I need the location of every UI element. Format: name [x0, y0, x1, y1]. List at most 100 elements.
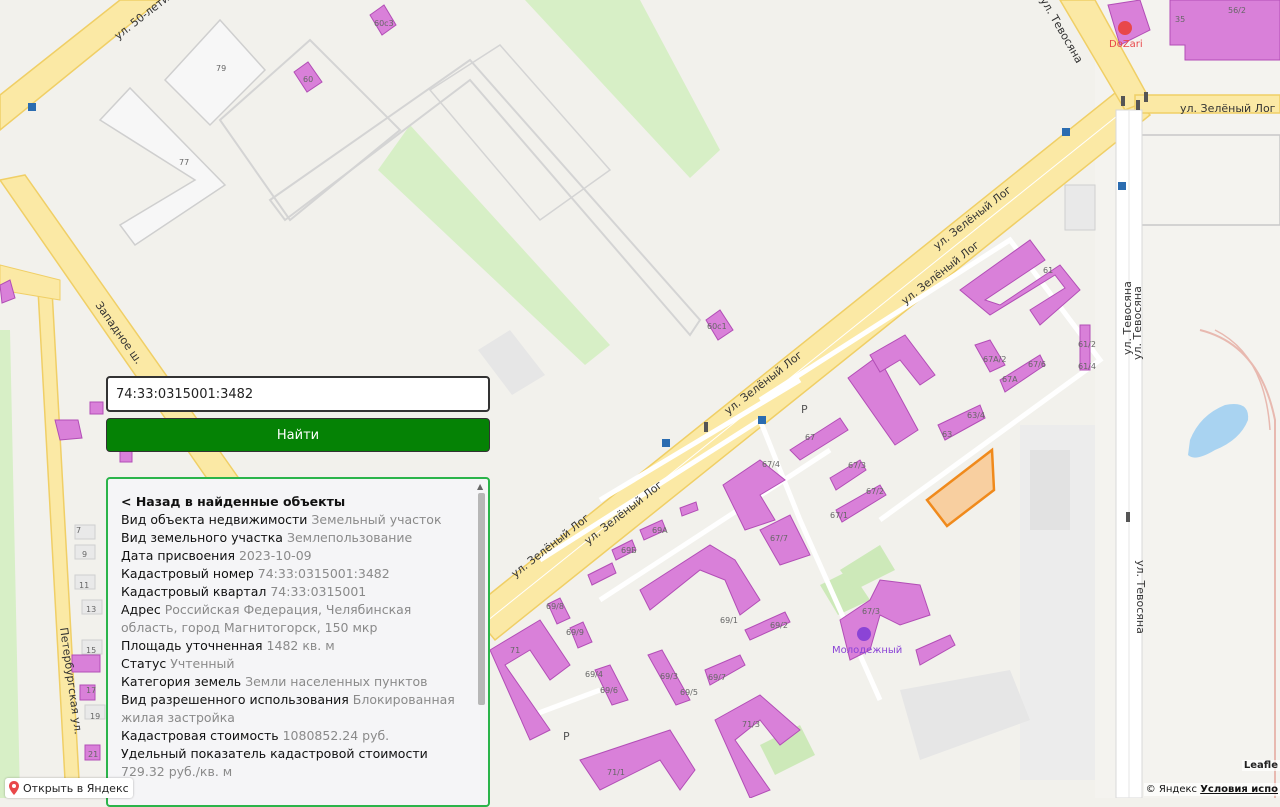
traffic-light-icon	[1144, 92, 1148, 102]
house-number: 69/6	[600, 686, 618, 695]
map-attribution: © Яндекс Условия испо	[1143, 783, 1280, 796]
result-content: < Назад в найденные объекты Вид объекта …	[121, 493, 461, 781]
result-panel: < Назад в найденные объекты Вид объекта …	[106, 477, 490, 807]
house-number: 13	[86, 605, 96, 614]
result-label: Дата присвоения	[121, 548, 235, 563]
house-number: 67/1	[830, 511, 848, 520]
building	[1169, 0, 1280, 61]
panel-scrollbar[interactable]: ▲	[477, 483, 486, 805]
result-row: Категория земель Земли населенных пункто…	[121, 673, 461, 691]
house-number: 17	[86, 686, 96, 695]
result-rows: Вид объекта недвижимости Земельный участ…	[121, 511, 461, 781]
house	[1064, 184, 1096, 231]
house-number: 69Б	[621, 546, 637, 555]
house-number: 67/7	[770, 534, 788, 543]
terms-link[interactable]: Условия испо	[1200, 784, 1278, 795]
house-number: 7	[76, 526, 81, 535]
house-number: 63	[942, 430, 952, 439]
result-label: Вид земельного участка	[121, 530, 283, 545]
building	[89, 401, 104, 415]
bus-stop-icon	[1062, 128, 1070, 136]
house-number: 69/1	[720, 616, 738, 625]
result-row: Вид земельного участка Землепользование	[121, 529, 461, 547]
building	[54, 419, 83, 441]
back-to-results-link[interactable]: < Назад в найденные объекты	[121, 493, 461, 511]
house-number: 69/9	[566, 628, 584, 637]
house-number: 69/3	[660, 672, 678, 681]
result-label: Кадастровый квартал	[121, 584, 267, 599]
house-number: 67	[805, 433, 815, 442]
result-value: 1482 кв. м	[266, 638, 335, 653]
open-in-yandex-label: Открыть в Яндекс	[23, 781, 129, 795]
house-number: 69/5	[680, 688, 698, 697]
result-label: Категория земель	[121, 674, 242, 689]
street-label: ул. Зелёный Лог	[1180, 102, 1276, 115]
restaurant-icon[interactable]	[1118, 21, 1132, 35]
result-row: Статус Учтенный	[121, 655, 461, 673]
result-value: 729.32 руб./кв. м	[121, 764, 233, 779]
result-label: Площадь уточненная	[121, 638, 263, 653]
house-number: 69/7	[708, 673, 726, 682]
house-number: 35	[1175, 15, 1185, 24]
house-number: 69/8	[546, 602, 564, 611]
house-number: 77	[179, 158, 189, 167]
result-value: Земли населенных пунктов	[245, 674, 428, 689]
traffic-light-icon	[1126, 512, 1130, 522]
house-number: 19	[90, 712, 100, 721]
street-label: ул. Тевосяна	[1131, 286, 1144, 360]
scrollbar-thumb[interactable]	[478, 493, 485, 705]
house-number: 61/2	[1078, 340, 1096, 349]
result-value: Землепользование	[286, 530, 413, 545]
house-number: 67/4	[762, 460, 780, 469]
result-row: Адрес Российская Федерация, Челябинская …	[121, 601, 461, 637]
house-number: 67А	[1002, 375, 1018, 384]
cadastral-search-input[interactable]	[106, 376, 490, 412]
parking-icon: P	[801, 403, 808, 416]
result-value: Российская Федерация, Челябинская област…	[121, 602, 412, 635]
shop-icon[interactable]	[857, 627, 871, 641]
map-block	[1030, 450, 1070, 530]
result-label: Вид объекта недвижимости	[121, 512, 308, 527]
scroll-up-icon[interactable]: ▲	[477, 483, 483, 491]
result-value: 2023-10-09	[238, 548, 312, 563]
result-value: Учтенный	[170, 656, 235, 671]
traffic-light-icon	[1136, 100, 1140, 110]
result-value: 74:33:0315001	[270, 584, 367, 599]
house-number: 71	[510, 646, 520, 655]
house-number: 63/4	[967, 411, 985, 420]
house-number: 69А	[652, 526, 668, 535]
house-number: 67А/2	[983, 355, 1006, 364]
find-button[interactable]: Найти	[106, 418, 490, 452]
house-number: 67/3	[848, 461, 866, 470]
traffic-light-icon	[1121, 96, 1125, 106]
parking-icon: P	[563, 730, 570, 743]
house-number: 60с1	[707, 322, 727, 331]
house-number: 60	[303, 75, 313, 84]
bus-stop-icon	[758, 416, 766, 424]
result-row: Вид объекта недвижимости Земельный участ…	[121, 511, 461, 529]
house-number: 15	[86, 646, 96, 655]
result-row: Кадастровый номер 74:33:0315001:3482	[121, 565, 461, 583]
result-row: Кадастровая стоимость 1080852.24 руб.	[121, 727, 461, 745]
map-pin-icon	[9, 781, 19, 795]
house-number: 67/2	[866, 487, 884, 496]
house-number: 61	[1043, 266, 1053, 275]
result-row: Площадь уточненная 1482 кв. м	[121, 637, 461, 655]
result-label: Вид разрешенного использования	[121, 692, 349, 707]
bus-stop-icon	[662, 439, 670, 447]
result-value: 1080852.24 руб.	[282, 728, 390, 743]
house-number: 71/1	[607, 768, 625, 777]
house-number: 71/3	[742, 720, 760, 729]
house-number: 60с3	[374, 19, 394, 28]
open-in-yandex-link[interactable]: Открыть в Яндекс	[5, 778, 133, 798]
result-row: Дата присвоения 2023-10-09	[121, 547, 461, 565]
result-label: Кадастровый номер	[121, 566, 254, 581]
leaflet-attribution[interactable]: Leafle	[1241, 760, 1280, 771]
house-number: 67/3	[862, 607, 880, 616]
house-number: 61/4	[1078, 362, 1096, 371]
result-value: 74:33:0315001:3482	[257, 566, 390, 581]
result-row: Удельный показатель кадастровой стоимост…	[121, 745, 461, 781]
traffic-light-icon	[704, 422, 708, 432]
house-number: 9	[82, 550, 87, 559]
house-number: 11	[79, 581, 89, 590]
